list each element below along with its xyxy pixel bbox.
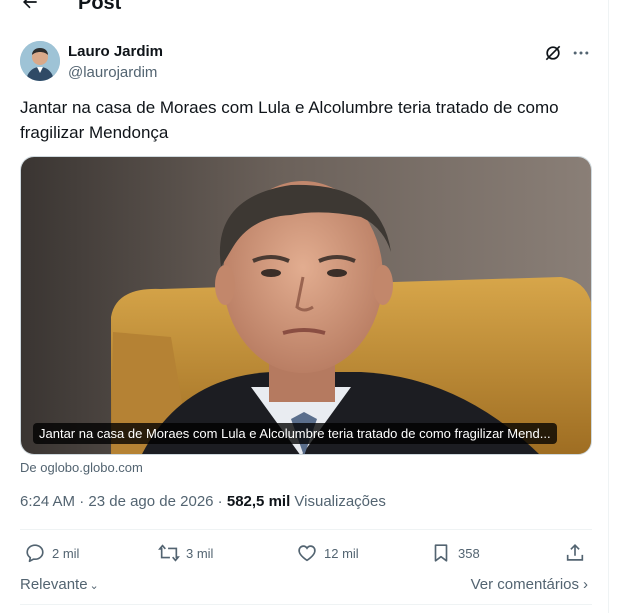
grok-icon <box>545 45 561 61</box>
author-name[interactable]: Lauro Jardim <box>68 43 163 60</box>
chevron-down-icon: ⌄ <box>89 580 99 592</box>
repost-button[interactable]: 3 mil <box>158 540 213 566</box>
share-icon <box>566 544 584 561</box>
link-card[interactable]: Jantar na casa de Moraes com Lula e Alco… <box>20 156 592 455</box>
bookmark-button[interactable]: 358 <box>430 540 480 566</box>
views-label: Visualizações <box>294 493 386 510</box>
more-dots-icon <box>573 51 589 55</box>
card-source[interactable]: De oglobo.globo.com <box>20 460 143 475</box>
view-comments-link[interactable]: Ver comentários › <box>471 576 588 593</box>
post-frame: Post Lauro Jardim @laurojardim Jantar na… <box>0 0 609 613</box>
tweet: Lauro Jardim @laurojardim <box>20 38 592 86</box>
bookmark-icon <box>434 544 448 562</box>
card-photo <box>21 157 591 454</box>
sort-label: Relevante <box>20 576 88 593</box>
author-handle[interactable]: @laurojardim <box>68 64 157 81</box>
heart-icon <box>298 545 316 562</box>
like-button[interactable]: 12 mil <box>296 540 359 566</box>
arrow-left-icon <box>23 0 37 9</box>
like-count: 12 mil <box>324 545 359 561</box>
card-caption: Jantar na casa de Moraes com Lula e Alco… <box>33 423 557 444</box>
divider-top <box>20 529 592 530</box>
bookmark-count: 358 <box>458 545 480 561</box>
meta-separator-2: · <box>213 493 227 510</box>
replies-controls: Relevante ⌄ Ver comentários › <box>20 576 592 596</box>
avatar[interactable] <box>20 41 60 81</box>
share-button[interactable] <box>564 540 592 566</box>
repost-count: 3 mil <box>186 545 214 561</box>
meta-separator: · <box>75 493 89 510</box>
view-comments-label: Ver comentários <box>470 576 579 593</box>
sort-dropdown[interactable]: Relevante ⌄ <box>20 576 99 593</box>
tweet-time[interactable]: 6:24 AM <box>20 493 75 510</box>
grok-button[interactable] <box>542 42 564 64</box>
repost-icon <box>158 544 180 562</box>
reply-icon <box>26 544 44 563</box>
author-row: Lauro Jardim @laurojardim <box>20 38 592 86</box>
views-count: 582,5 mil <box>226 493 291 510</box>
back-button[interactable] <box>18 0 42 14</box>
tweet-meta: 6:24 AM · 23 de ago de 2026 · 582,5 mil … <box>20 493 386 510</box>
reply-button[interactable]: 2 mil <box>24 540 79 566</box>
action-bar: 2 mil 3 mil 12 mil 358 <box>20 540 592 566</box>
divider-bottom <box>20 604 592 605</box>
more-options-button[interactable] <box>570 42 592 64</box>
tweet-text: Jantar na casa de Moraes com Lula e Alco… <box>20 98 559 142</box>
post-header: Post <box>0 0 609 16</box>
chevron-right-icon: › <box>583 576 588 593</box>
tweet-date[interactable]: 23 de ago de 2026 <box>88 493 213 510</box>
reply-count: 2 mil <box>52 545 80 561</box>
page-title: Post <box>78 0 122 14</box>
